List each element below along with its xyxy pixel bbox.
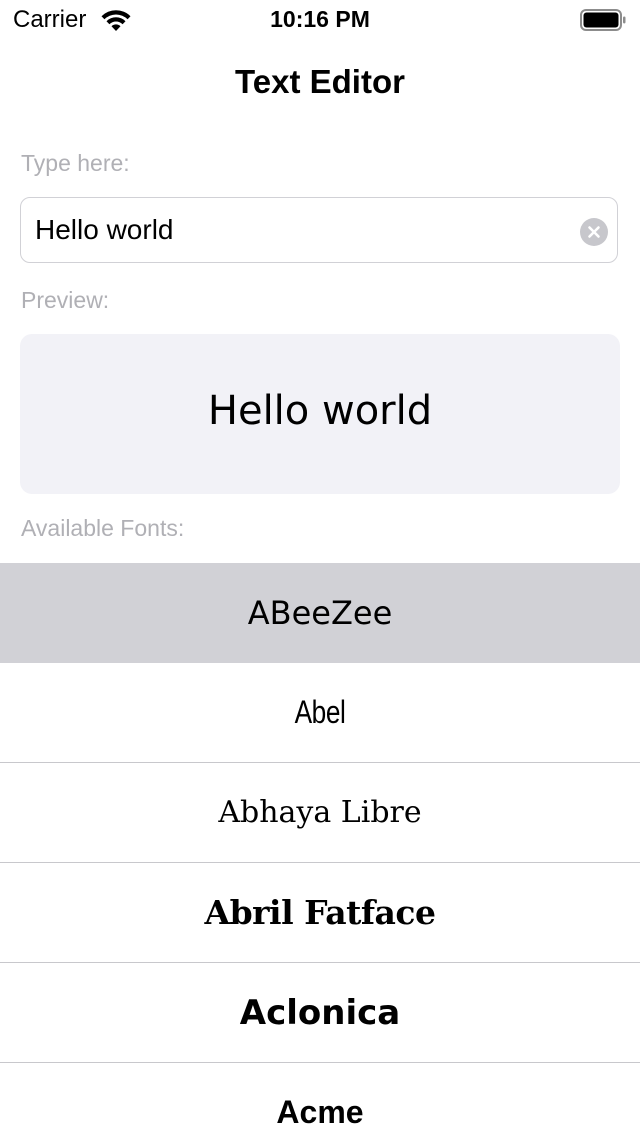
text-input[interactable] — [35, 198, 575, 262]
font-row-aclonica[interactable]: Aclonica — [0, 963, 640, 1063]
page-title: Text Editor — [235, 63, 405, 100]
font-row-acme[interactable]: Acme — [0, 1063, 640, 1136]
font-row-abeezee[interactable]: ABeeZee — [0, 563, 640, 663]
preview-box: Hello world — [20, 334, 620, 494]
font-list: ABeeZee Abel Abhaya Libre Abril Fatface … — [0, 563, 640, 1136]
preview-label: Preview: — [21, 287, 110, 313]
font-row-abhaya-libre[interactable]: Abhaya Libre — [0, 763, 640, 863]
font-row-label: ABeeZee — [247, 593, 393, 632]
font-row-label: Abel — [294, 694, 346, 730]
input-label: Type here: — [21, 150, 130, 176]
font-row-label: Aclonica — [239, 992, 401, 1033]
font-row-label: Abhaya Libre — [218, 795, 422, 830]
clock-time: 10:16 PM — [270, 6, 370, 32]
battery-icon — [580, 9, 626, 31]
font-row-label: Abril Fatface — [204, 893, 436, 932]
font-row-abril-fatface[interactable]: Abril Fatface — [0, 863, 640, 963]
preview-text: Hello world — [207, 388, 433, 434]
font-row-label: Acme — [276, 1094, 364, 1130]
text-field[interactable] — [20, 197, 618, 263]
font-row-abel[interactable]: Abel — [0, 663, 640, 763]
fonts-label: Available Fonts: — [21, 515, 185, 541]
status-bar: Carrier 10:16 PM — [0, 0, 640, 40]
screen: Carrier 10:16 PM Text Editor Type here: — [0, 0, 640, 1136]
clear-circle-icon[interactable] — [580, 218, 608, 246]
